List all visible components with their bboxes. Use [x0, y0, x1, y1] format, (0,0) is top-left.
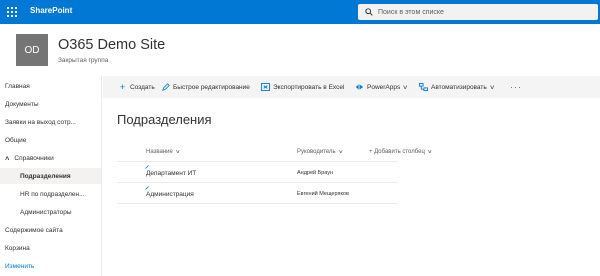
page-title: Подразделения	[117, 112, 212, 127]
chevron-down-icon: ∨	[402, 84, 409, 91]
nav-item-site-contents[interactable]: Содержимое сайта	[0, 222, 101, 238]
chevron-down-icon: ∨	[427, 149, 433, 155]
column-header-label: Название	[146, 149, 173, 155]
nav-item-label: Администраторы	[20, 208, 72, 216]
powerapps-label: PowerApps	[367, 83, 401, 91]
nav-item-recycle-bin[interactable]: Корзина	[0, 240, 101, 256]
nav-item-label: Справочники	[14, 154, 54, 162]
site-logo[interactable]: OD	[16, 34, 48, 66]
nav-item-documents[interactable]: Документы	[0, 96, 101, 112]
search-placeholder: Поиск в этом списке	[378, 8, 444, 16]
nav-item-label: Изменить	[5, 262, 35, 270]
quick-edit-button[interactable]: Быстрое редактирование	[161, 76, 250, 98]
plus-icon: +	[119, 81, 126, 92]
nav-item-home[interactable]: Главная	[0, 78, 101, 94]
nav-item-label: Общие	[5, 136, 27, 144]
chevron-down-icon: ∨	[337, 149, 344, 155]
automate-menu[interactable]: Автоматизировать ∨	[419, 76, 496, 98]
excel-export-icon	[261, 83, 270, 92]
pencil-icon	[161, 83, 170, 92]
department-head[interactable]: Евгений Мещеряков	[297, 191, 349, 197]
suite-bar: SharePoint Поиск в этом списке	[0, 0, 600, 24]
list-header-row: Название ∨ Руководитель ∨ + Добавить столб…	[117, 145, 432, 162]
app-brand[interactable]: SharePoint	[30, 6, 72, 15]
add-column-button[interactable]: + Добавить столбец ∨	[369, 149, 432, 155]
export-excel-button[interactable]: Экспортировать в Excel	[261, 76, 344, 98]
site-privacy-label: Закрытая группа	[58, 57, 109, 64]
table-row[interactable]: Администрация Евгений Мещеряков	[117, 184, 397, 204]
nav-item-label: Главная	[5, 82, 30, 90]
chevron-down-icon: ∨	[488, 84, 496, 91]
nav-item-label: Корзина	[5, 244, 30, 252]
nav-item-administrators[interactable]: Администраторы	[0, 204, 101, 220]
add-column-label: Добавить столбец	[374, 149, 425, 155]
nav-edit-link[interactable]: Изменить	[0, 258, 101, 274]
command-bar: + Создать Быстрое редактирование Экспорт…	[103, 76, 600, 98]
automate-label: Автоматизировать	[431, 83, 487, 91]
new-button-label: Создать	[130, 83, 155, 91]
chevron-up-icon[interactable]: ∧	[4, 155, 10, 162]
new-button[interactable]: + Создать	[118, 76, 155, 98]
nav-item-label: Заявки на выход сотр...	[5, 118, 76, 126]
export-excel-label: Экспортировать в Excel	[273, 83, 345, 91]
column-header-head[interactable]: Руководитель ∨	[297, 149, 344, 155]
powerapps-menu[interactable]: PowerApps ∨	[355, 76, 409, 98]
nav-item-label: Документы	[5, 100, 39, 108]
column-header-label: Руководитель	[297, 149, 336, 155]
nav-item-hr-by-department[interactable]: HR по подразделен...	[0, 186, 101, 202]
more-icon: ···	[510, 82, 522, 92]
search-icon	[365, 8, 373, 16]
new-item-icon	[145, 186, 149, 190]
flow-icon	[419, 83, 428, 92]
more-options-button[interactable]: ···	[510, 76, 522, 98]
nav-item-departments[interactable]: Подразделения	[0, 168, 101, 184]
nav-item-directories[interactable]: ∧ Справочники	[0, 150, 101, 166]
column-header-name[interactable]: Название ∨	[146, 149, 181, 155]
department-name-link[interactable]: Администрация	[146, 191, 194, 198]
left-navigation: Главная Документы Заявки на выход сотр..…	[0, 76, 102, 276]
app-launcher-button[interactable]	[0, 0, 24, 24]
site-title[interactable]: O365 Demo Site	[58, 37, 165, 53]
nav-item-label: HR по подразделен...	[20, 190, 85, 198]
nav-item-label: Подразделения	[20, 172, 71, 180]
waffle-icon	[7, 7, 17, 17]
chevron-down-icon: ∨	[175, 149, 181, 155]
department-name-link[interactable]: Департамент ИТ	[146, 170, 196, 177]
table-row[interactable]: Департамент ИТ Андрей Браун	[117, 163, 397, 183]
powerapps-icon	[355, 83, 364, 92]
nav-item-shared[interactable]: Общие	[0, 132, 101, 148]
new-item-icon	[145, 165, 149, 169]
search-box[interactable]: Поиск в этом списке	[358, 4, 598, 20]
quick-edit-label: Быстрое редактирование	[173, 83, 250, 91]
nav-item-label: Содержимое сайта	[5, 226, 63, 234]
nav-item-exit-requests[interactable]: Заявки на выход сотр...	[0, 114, 101, 130]
department-head[interactable]: Андрей Браун	[297, 170, 333, 176]
